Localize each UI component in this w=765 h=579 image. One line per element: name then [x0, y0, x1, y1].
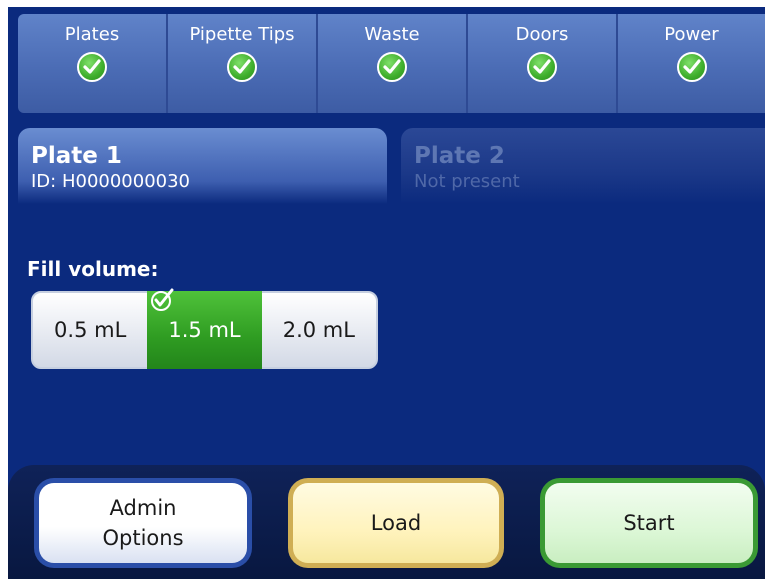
check-circle-icon	[227, 52, 257, 82]
status-bar: Plates Pipette Tips Waste Doors Power	[18, 14, 765, 113]
admin-options-button-face: Admin Options	[39, 483, 247, 563]
check-circle-icon	[77, 52, 107, 82]
volume-option-2-0[interactable]: 2.0 mL	[262, 293, 376, 367]
admin-options-button[interactable]: Admin Options	[34, 478, 252, 568]
status-item-plates: Plates	[18, 14, 168, 113]
app-screen: Plates Pipette Tips Waste Doors Power Pl…	[8, 7, 765, 579]
check-circle-icon	[377, 52, 407, 82]
status-item-waste: Waste	[318, 14, 468, 113]
tab-plate-1[interactable]: Plate 1 ID: H0000000030	[18, 128, 387, 204]
volume-option-label: 2.0 mL	[282, 318, 355, 342]
fill-volume-label: Fill volume:	[27, 257, 159, 281]
status-item-power: Power	[618, 14, 765, 113]
status-label: Pipette Tips	[189, 24, 295, 45]
start-button-face: Start	[545, 483, 753, 563]
plate-title: Plate 2	[414, 143, 505, 169]
plate-id: ID: H0000000030	[31, 171, 191, 192]
volume-option-1-5[interactable]: 1.5 mL	[147, 288, 262, 369]
start-button[interactable]: Start	[540, 478, 758, 568]
load-button-label: Load	[370, 511, 422, 535]
admin-options-label-line1: Admin	[109, 496, 177, 520]
check-circle-icon	[527, 52, 557, 82]
plate-title: Plate 1	[31, 143, 122, 169]
status-label: Plates	[64, 24, 120, 45]
volume-option-0-5[interactable]: 0.5 mL	[33, 293, 147, 367]
status-item-doors: Doors	[468, 14, 618, 113]
check-circle-icon	[676, 52, 707, 82]
plate-status: Not present	[414, 171, 520, 192]
fill-volume-selector: 0.5 mL 1.5 mL 2.0 mL	[31, 288, 378, 369]
load-button-face: Load	[293, 483, 499, 563]
status-label: Doors	[515, 24, 569, 45]
tab-plate-2[interactable]: Plate 2 Not present	[401, 128, 765, 204]
status-item-pipette-tips: Pipette Tips	[168, 14, 318, 113]
status-label: Waste	[364, 24, 420, 45]
start-button-label: Start	[623, 511, 675, 535]
admin-options-label-line2: Options	[102, 526, 184, 550]
volume-option-label: 1.5 mL	[168, 318, 241, 342]
volume-option-label: 0.5 mL	[54, 318, 127, 342]
status-label: Power	[664, 24, 719, 45]
checkmark-icon	[149, 287, 175, 318]
load-button[interactable]: Load	[288, 478, 504, 568]
